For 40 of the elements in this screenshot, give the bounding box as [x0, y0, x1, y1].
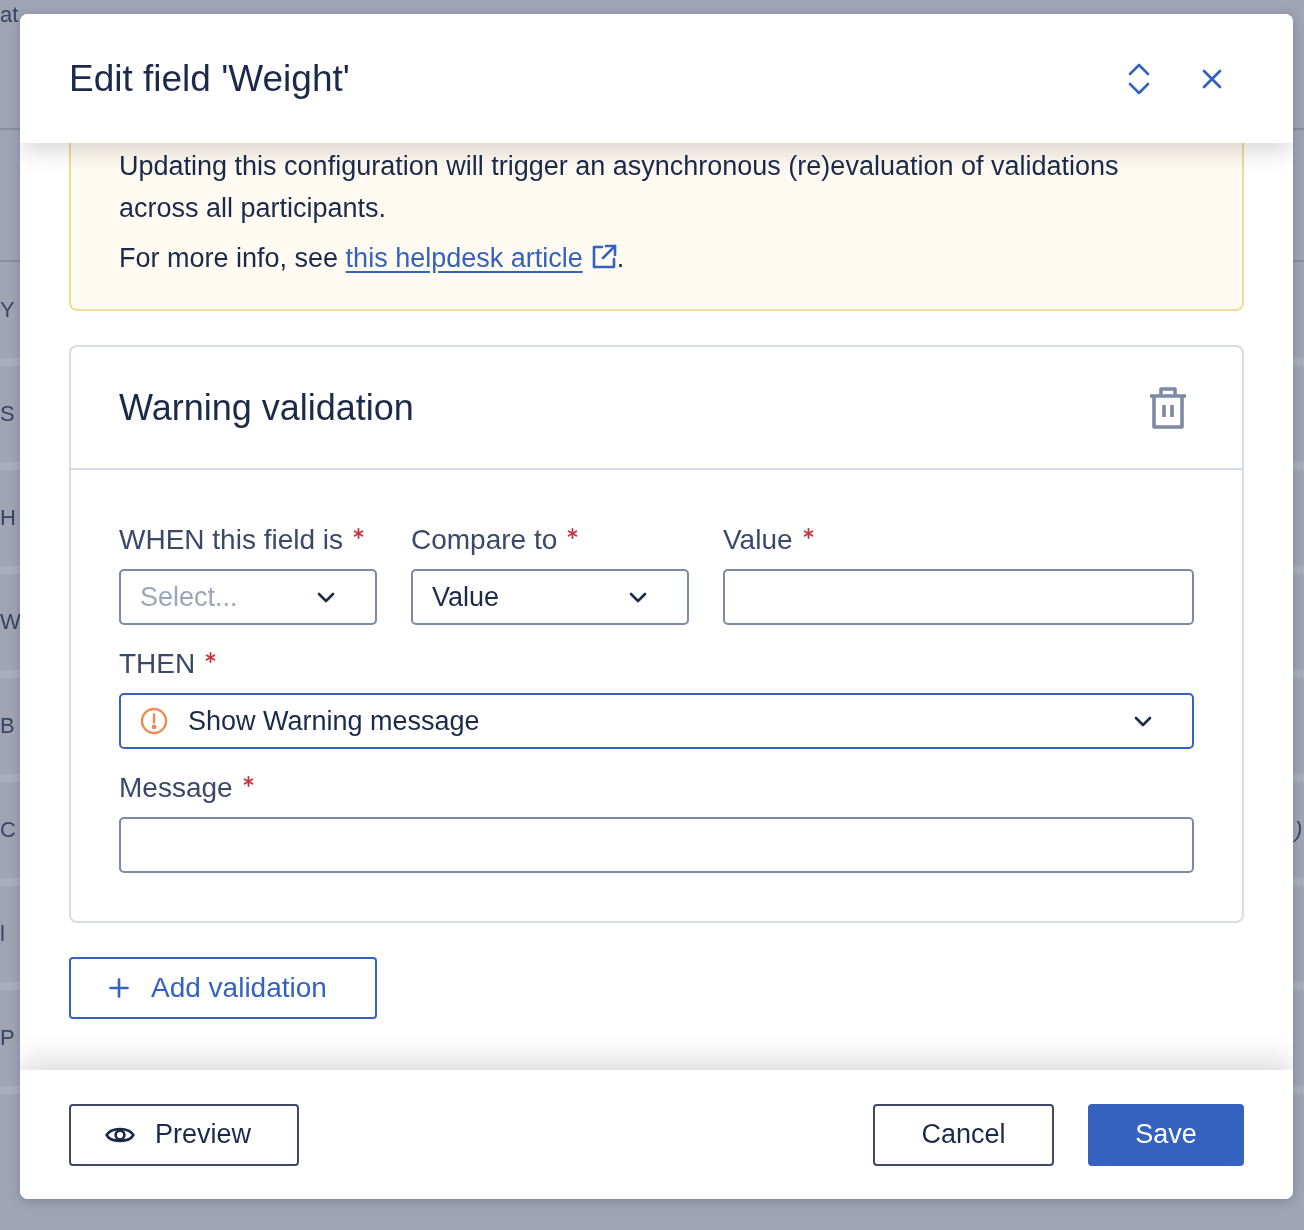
- background-text: l: [0, 920, 5, 948]
- dropdown-select[interactable]: Value: [411, 569, 689, 625]
- external-link-icon: [590, 244, 617, 270]
- background-text: B: [0, 712, 15, 740]
- dialog-title: Edit field 'Weight': [69, 56, 351, 101]
- notice-text: Updating this configuration will trigger an asynchronous (re)evaluation of validations across all participants.: [119, 150, 1120, 225]
- background-text: ): [1295, 816, 1303, 844]
- field-label: WHEN this field is: [119, 523, 344, 557]
- background-text: S: [0, 400, 15, 428]
- chevrons-up-down-icon: [1128, 62, 1150, 95]
- delete-button[interactable]: [1148, 385, 1188, 430]
- notice-info-text: For more info, see this helpdesk article .: [119, 242, 626, 275]
- field-label: Value: [723, 523, 793, 557]
- card-title: Warning validation: [119, 386, 414, 429]
- chevron-down-icon: [1134, 715, 1152, 727]
- background-text: Y: [0, 296, 15, 324]
- primary-button[interactable]: Save: [1088, 1103, 1244, 1166]
- helpdesk-link[interactable]: this helpdesk article: [345, 243, 617, 273]
- close-icon: [1202, 68, 1222, 89]
- close-button[interactable]: [1202, 68, 1222, 89]
- plus-icon: [109, 978, 129, 998]
- background-text: at: [0, 1, 19, 29]
- field-label: Compare to: [411, 523, 558, 557]
- dropdown-select[interactable]: Show Warning message: [119, 693, 1194, 749]
- expand-button[interactable]: [1128, 62, 1150, 95]
- background-text: H: [0, 504, 16, 532]
- preview-button[interactable]: Preview: [69, 1103, 299, 1166]
- chevron-down-icon: [629, 591, 647, 603]
- warning-circle-icon: [140, 707, 168, 735]
- chevron-down-icon: [317, 591, 335, 603]
- secondary-button[interactable]: Cancel: [873, 1103, 1054, 1166]
- text-input-field[interactable]: [119, 817, 1194, 873]
- field-label: Message: [119, 771, 233, 805]
- field-label: THEN: [119, 647, 196, 681]
- text-input-field[interactable]: [723, 569, 1194, 625]
- background-text: P: [0, 1024, 15, 1052]
- background-text: C: [0, 816, 16, 844]
- trash-icon: [1148, 385, 1188, 430]
- add-validation-button[interactable]: Add validation: [69, 957, 377, 1019]
- background-text: W: [0, 608, 21, 636]
